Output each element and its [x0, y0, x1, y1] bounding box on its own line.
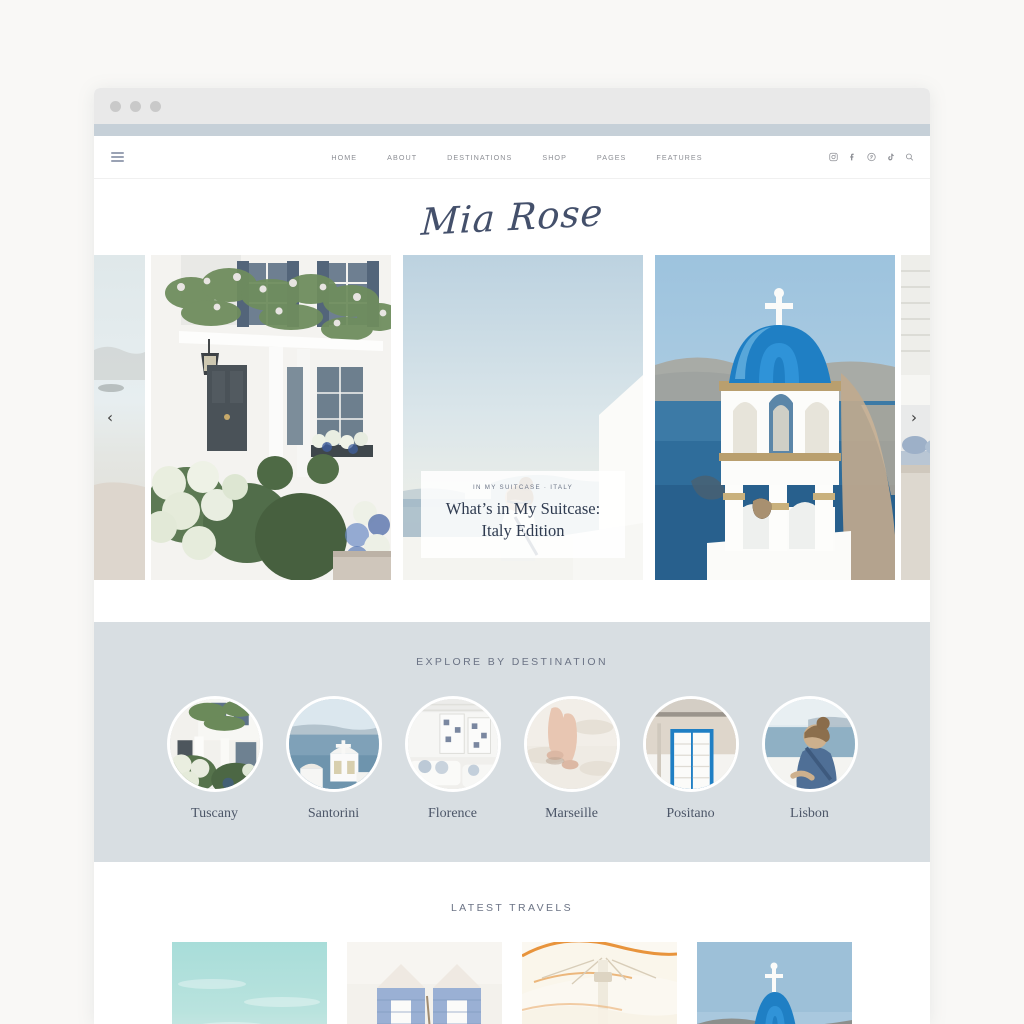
destination-item-lisbon[interactable]: Lisbon	[761, 696, 858, 822]
destination-item-santorini[interactable]: Santorini	[285, 696, 382, 822]
nav-item-features[interactable]: FEATURES	[656, 153, 702, 162]
facebook-icon[interactable]	[848, 153, 857, 162]
site-navbar: HOME ABOUT DESTINATIONS SHOP PAGES FEATU…	[94, 136, 930, 179]
window-close-dot[interactable]	[110, 100, 121, 112]
blue-shuttered-door-icon[interactable]	[642, 696, 739, 792]
caption-kicker: IN MY SUITCASE · ITALY	[472, 484, 574, 492]
carousel-slide-woman-caldera[interactable]: IN MY SUITCASE · ITALY What’s in My Suit…	[403, 255, 643, 580]
nav-item-home[interactable]: HOME	[331, 153, 357, 162]
nav-item-shop[interactable]: SHOP	[542, 153, 567, 162]
destination-label-lisbon[interactable]: Lisbon	[762, 806, 858, 822]
latest-item-santorini-dome[interactable]	[697, 942, 852, 1024]
caption-title-line2[interactable]: Italy Edition	[431, 520, 615, 542]
destinations-section: EXPLORE BY DESTINATION Tuscany Santorini…	[94, 622, 930, 862]
latest-item-turquoise-water[interactable]	[172, 942, 327, 1024]
nav-item-destinations[interactable]: DESTINATIONS	[447, 153, 512, 162]
hamburger-icon[interactable]	[111, 152, 124, 162]
hero-band-gap	[94, 580, 930, 622]
woman-by-the-sea-icon[interactable]	[761, 696, 858, 792]
instagram-icon[interactable]	[829, 152, 838, 162]
carousel-next-arrow[interactable]: ›	[911, 410, 917, 425]
pinterest-icon[interactable]	[867, 152, 876, 162]
latest-travels-title: LATEST TRAVELS	[450, 902, 574, 914]
site-logo[interactable]: Mia Rose	[420, 191, 605, 244]
nav-icons	[829, 152, 914, 162]
destination-label-tuscany[interactable]: Tuscany	[167, 806, 263, 822]
carousel-prev-arrow[interactable]: ‹	[107, 410, 113, 425]
destination-label-santorini[interactable]: Santorini	[286, 806, 382, 822]
browser-chrome-strip	[94, 124, 930, 136]
latest-travels-section: LATEST TRAVELS	[94, 862, 930, 1024]
window-maximize-dot[interactable]	[150, 100, 161, 112]
latest-item-blue-tiled-facade[interactable]	[347, 942, 502, 1024]
nav-item-about[interactable]: ABOUT	[387, 153, 417, 162]
destination-label-florence[interactable]: Florence	[405, 806, 501, 822]
destination-item-marseille[interactable]: Marseille	[523, 696, 620, 822]
carousel-slide-bell-tower[interactable]	[655, 255, 895, 580]
latest-travels-grid	[94, 942, 930, 1024]
tiktok-icon[interactable]	[886, 153, 895, 162]
window-minimize-dot[interactable]	[130, 100, 141, 112]
nav-links: HOME ABOUT DESTINATIONS SHOP PAGES FEATU…	[321, 153, 702, 162]
hero-caption: IN MY SUITCASE · ITALY What’s in My Suit…	[421, 471, 625, 558]
hero-carousel: ‹ › IN MY SUITCASE · ITALY What’s in My …	[94, 255, 930, 580]
destinations-title: EXPLORE BY DESTINATION	[416, 656, 608, 668]
browser-window: HOME ABOUT DESTINATIONS SHOP PAGES FEATU…	[94, 88, 930, 1024]
latest-item-beach-umbrella[interactable]	[522, 942, 677, 1024]
legs-on-sand-icon[interactable]	[523, 696, 620, 792]
nav-item-pages[interactable]: PAGES	[597, 153, 626, 162]
destination-item-florence[interactable]: Florence	[404, 696, 501, 822]
destination-circle-list: Tuscany Santorini Florence Marseille Pos…	[94, 696, 930, 822]
destination-item-positano[interactable]: Positano	[642, 696, 739, 822]
white-house-garden-icon[interactable]	[166, 696, 263, 792]
browser-titlebar	[94, 88, 930, 124]
site-logo-area: Mia Rose	[94, 179, 930, 255]
carousel-slide-coastline[interactable]	[94, 255, 145, 580]
carousel-slide-white-house[interactable]	[151, 255, 391, 580]
destination-label-marseille[interactable]: Marseille	[524, 806, 620, 822]
destination-label-positano[interactable]: Positano	[643, 806, 739, 822]
search-icon[interactable]	[905, 153, 914, 162]
destination-item-tuscany[interactable]: Tuscany	[166, 696, 263, 822]
sea-and-chapel-icon[interactable]	[285, 696, 382, 792]
white-interior-room-icon[interactable]	[404, 696, 501, 792]
caption-title-line1[interactable]: What’s in My Suitcase:	[431, 498, 615, 520]
